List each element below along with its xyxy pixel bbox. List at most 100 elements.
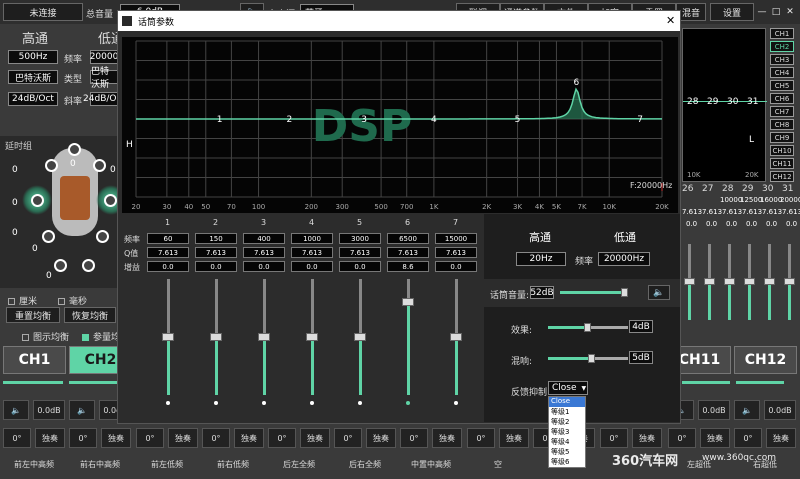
mute-button[interactable]: 🔈 xyxy=(69,400,95,420)
band-q-field[interactable]: 7.613 xyxy=(387,247,429,258)
effect-field[interactable]: 4dB xyxy=(629,320,653,333)
channel-select-ch12[interactable]: CH12 xyxy=(770,171,794,182)
lp-slope-select[interactable]: 24dB/Oct xyxy=(83,92,125,106)
feedback-option[interactable]: 等级3 xyxy=(549,427,585,437)
channel-select-ch1[interactable]: CH1 xyxy=(770,28,794,39)
band-enable-dot[interactable] xyxy=(454,401,458,405)
phase-button[interactable]: 0° xyxy=(136,428,164,448)
feedback-option[interactable]: Close xyxy=(549,397,585,407)
band-gain-knob[interactable] xyxy=(258,333,270,341)
speaker-rear-left-icon[interactable] xyxy=(42,230,55,243)
radio-icon[interactable] xyxy=(82,334,89,341)
band-gain-knob[interactable] xyxy=(402,298,414,307)
phase-button[interactable]: 0° xyxy=(668,428,696,448)
channel-select-ch6[interactable]: CH6 xyxy=(770,93,794,104)
lp-freq-field[interactable]: 20000 xyxy=(90,50,118,64)
reset-eq-button[interactable]: 重置均衡 xyxy=(6,307,60,323)
band-q-field[interactable]: 7.613 xyxy=(435,247,477,258)
channel-fader-knob[interactable] xyxy=(764,278,775,285)
band-enable-dot[interactable] xyxy=(166,401,170,405)
solo-button[interactable]: 独奏 xyxy=(632,428,662,448)
band-enable-dot[interactable] xyxy=(214,401,218,405)
ch12-level[interactable] xyxy=(736,381,784,384)
band-gain-knob[interactable] xyxy=(450,333,462,341)
phase-button[interactable]: 0° xyxy=(202,428,230,448)
band-freq-field[interactable]: 1000 xyxy=(291,233,333,244)
speaker-center-icon[interactable] xyxy=(68,143,81,156)
checkbox-icon[interactable] xyxy=(8,298,15,305)
mute-button[interactable]: 🔈 xyxy=(734,400,760,420)
hp-freq-field[interactable]: 500Hz xyxy=(8,50,58,64)
radio-icon[interactable] xyxy=(22,334,29,341)
band-q-field[interactable]: 7.613 xyxy=(243,247,285,258)
band-gain-knob[interactable] xyxy=(306,333,318,341)
speaker-front-right-icon[interactable] xyxy=(93,159,106,172)
channel-select-ch7[interactable]: CH7 xyxy=(770,106,794,117)
solo-button[interactable]: 独奏 xyxy=(432,428,462,448)
phase-button[interactable]: 0° xyxy=(734,428,762,448)
band-q-field[interactable]: 7.613 xyxy=(339,247,381,258)
solo-button[interactable]: 独奏 xyxy=(168,428,198,448)
band-gain-field[interactable]: 0.0 xyxy=(195,261,237,272)
feedback-option[interactable]: 等级5 xyxy=(549,447,585,457)
channel-select-ch2[interactable]: CH2 xyxy=(770,41,794,52)
solo-button[interactable]: 独奏 xyxy=(35,428,65,448)
maximize-icon[interactable]: □ xyxy=(770,4,782,20)
band-gain-knob[interactable] xyxy=(210,333,222,341)
lp-type-select[interactable]: 巴特沃斯 xyxy=(90,67,118,90)
unit-cm-option[interactable]: 厘米 xyxy=(8,294,37,307)
band-enable-dot[interactable] xyxy=(406,401,410,405)
solo-button[interactable]: 独奏 xyxy=(234,428,264,448)
dialog-close-icon[interactable]: ✕ xyxy=(666,14,675,27)
solo-button[interactable]: 独奏 xyxy=(300,428,330,448)
band-gain-field[interactable]: 0.0 xyxy=(339,261,381,272)
channel-select-ch5[interactable]: CH5 xyxy=(770,80,794,91)
settings-button[interactable]: 设置 xyxy=(710,3,754,21)
feedback-option[interactable]: 等级1 xyxy=(549,407,585,417)
channel-fader-knob[interactable] xyxy=(704,278,715,285)
band-gain-field[interactable]: 0.0 xyxy=(291,261,333,272)
band-freq-field[interactable]: 15000 xyxy=(435,233,477,244)
band-freq-field[interactable]: 400 xyxy=(243,233,285,244)
feedback-option[interactable]: 等级6 xyxy=(549,457,585,467)
channel-fader-knob[interactable] xyxy=(784,278,795,285)
ch1-level[interactable] xyxy=(3,381,63,384)
band-q-field[interactable]: 7.613 xyxy=(195,247,237,258)
solo-button[interactable]: 独奏 xyxy=(499,428,529,448)
channel-fader-knob[interactable] xyxy=(684,278,695,285)
speaker-left-icon[interactable] xyxy=(31,194,44,207)
phase-button[interactable]: 0° xyxy=(600,428,628,448)
band-enable-dot[interactable] xyxy=(310,401,314,405)
band-gain-field[interactable]: 0.0 xyxy=(435,261,477,272)
band-freq-field[interactable]: 3000 xyxy=(339,233,381,244)
solo-button[interactable]: 独奏 xyxy=(101,428,131,448)
band-freq-field[interactable]: 60 xyxy=(147,233,189,244)
restore-eq-button[interactable]: 恢复均衡 xyxy=(64,307,116,323)
channel-select-ch9[interactable]: CH9 xyxy=(770,132,794,143)
phase-button[interactable]: 0° xyxy=(334,428,362,448)
feedback-select[interactable]: Close ▼ xyxy=(548,381,588,395)
param-eq-option[interactable]: 参量均 xyxy=(82,330,120,343)
reverb-knob[interactable] xyxy=(588,354,595,363)
channel-volume-field[interactable]: 0.0dB xyxy=(764,400,796,420)
phase-button[interactable]: 0° xyxy=(467,428,495,448)
band-gain-knob[interactable] xyxy=(162,333,174,341)
mute-button[interactable]: 🔈 xyxy=(3,400,29,420)
band-gain-field[interactable]: 0.0 xyxy=(147,261,189,272)
feedback-option[interactable]: 等级2 xyxy=(549,417,585,427)
speaker-front-left-icon[interactable] xyxy=(45,159,58,172)
band-gain-knob[interactable] xyxy=(354,333,366,341)
tab-ch1[interactable]: CH1 xyxy=(3,346,66,374)
effect-knob[interactable] xyxy=(584,323,591,332)
checkbox-icon[interactable] xyxy=(58,298,65,305)
ch2-level[interactable] xyxy=(69,381,117,384)
speaker-icon[interactable]: 🔈 xyxy=(648,285,670,300)
solo-button[interactable]: 独奏 xyxy=(766,428,796,448)
channel-fader-knob[interactable] xyxy=(724,278,735,285)
band-freq-field[interactable]: 6500 xyxy=(387,233,429,244)
channel-select-ch3[interactable]: CH3 xyxy=(770,54,794,65)
hp-freq-field[interactable]: 20Hz xyxy=(516,252,566,266)
solo-button[interactable]: 独奏 xyxy=(366,428,396,448)
close-icon[interactable]: ✕ xyxy=(784,4,796,20)
channel-fader-knob[interactable] xyxy=(744,278,755,285)
